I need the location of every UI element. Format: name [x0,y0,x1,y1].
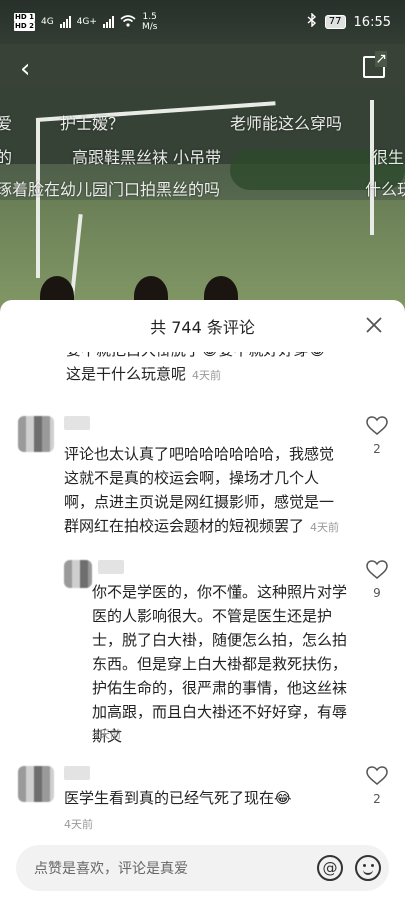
comment-input[interactable]: 点赞是喜欢，评论是真爱 @ [16,845,389,891]
danmu-text: 什么玩 [365,180,405,199]
battery-icon: 77 [324,15,346,29]
comment-text: 评论也太认真了吧哈哈哈哈哈哈，我感觉这就不是真的校运会啊，操场才几个人啊，点进主… [64,442,344,540]
speed-unit: M/s [141,22,158,32]
danmu-text: 的 [0,148,13,167]
emoji-icon[interactable] [355,855,381,881]
danmu-text: 高跟鞋黑丝袜 小吊带 [72,148,222,167]
network-type-1: 4G [40,16,54,27]
heart-icon [366,560,388,579]
comment-text: 要不就把白大褂脱了😂要不就好好穿😂 这是干什么玩意呢 4天前 [66,352,356,388]
mention-icon[interactable]: @ [317,855,343,881]
like-number: 2 [373,792,381,806]
comment-count-title: 共 744 条评论 [150,318,255,337]
back-arrow-icon[interactable]: ‹ [20,56,30,82]
comment-item: 医学生看到真的已经气死了现在😂 4天前 2 [0,762,405,832]
nickname-blurred[interactable] [64,416,90,430]
comment-text: 医学生看到真的已经气死了现在😂 [64,786,344,810]
danmu-text: 老师能这么穿吗 [230,114,343,133]
like-number: 9 [373,586,381,600]
comment-time: 4天前 [64,818,93,831]
danmu-text: 很生 [372,148,405,167]
comment-time: 4天前 [92,728,121,741]
avatar[interactable] [18,766,54,802]
like-number: 2 [373,442,381,456]
sim2-label: HD 2 [14,22,35,31]
reply-item: 你不是学医的，你不懂。这种照片对学医的人影响很大。不管是医生还是护士，脱了白大褂… [0,560,405,750]
nickname-blurred[interactable] [98,560,124,574]
nickname-blurred[interactable] [64,766,90,780]
bluetooth-icon [307,12,317,31]
comment-input-placeholder: 点赞是喜欢，评论是真爱 [34,861,188,877]
network-type-2: 4G+ [76,16,97,27]
like-button[interactable]: 2 [365,416,389,456]
sim1-label: HD 1 [14,13,35,22]
heart-icon [366,416,388,435]
danmu-text: 爱 [0,114,13,133]
signal-icon-2 [102,16,114,28]
sim-indicator: HD 1 HD 2 [14,13,35,31]
comment-text-body: 你不是学医的，你不懂。这种照片对学医的人影响很大。不管是医生还是护士，脱了白大褂… [92,583,348,745]
comment-text-line: 这是干什么玩意呢 [66,365,187,383]
like-button[interactable]: 2 [365,766,389,806]
share-icon[interactable] [363,51,387,78]
comment-panel-header: 共 744 条评论 [0,300,405,352]
video-background[interactable]: ‹ 爱 护士嫒？ 老师能这么穿吗 的 高跟鞋黑丝袜 小吊带 很生 琢着脸在幼儿园… [0,0,405,320]
comment-text: 你不是学医的，你不懂。这种照片对学医的人影响很大。不管是医生还是护士，脱了白大褂… [92,580,358,748]
comment-text-line: 这是干什么玩意呢 4天前 [66,362,356,388]
comment-list[interactable]: 要不就把白大褂脱了😂要不就好好穿😂 这是干什么玩意呢 4天前 2 评论也太认真了吧… [0,352,405,837]
heart-icon [366,766,388,785]
comment-item: 评论也太认真了吧哈哈哈哈哈哈，我感觉这就不是真的校运会啊，操场才几个人啊，点进主… [0,410,405,550]
comment-text-line: 要不就把白大褂脱了😂要不就好好穿😂 [66,352,356,362]
comment-item: 要不就把白大褂脱了😂要不就好好穿😂 这是干什么玩意呢4天前 2 [0,352,405,386]
signal-icon [59,16,71,28]
like-button[interactable]: 9 [365,560,389,600]
clock: 16:55 [353,14,391,30]
comment-time: 4天前 [310,521,340,534]
comment-panel: 共 744 条评论 要不就把白大褂脱了😂要不就好好穿😂 这是干什么玩意呢 4天前 … [0,300,405,900]
comment-text-body: 医学生看到真的已经气死了现在😂 [64,789,292,807]
avatar[interactable] [18,416,54,452]
status-bar: HD 1 HD 2 4G 4G+ 1.5 M/s 77 16:55 [0,0,405,44]
comment-text-body: 评论也太认真了吧哈哈哈哈哈哈，我感觉这就不是真的校运会啊，操场才几个人啊，点进主… [64,445,335,535]
comment-time: 4天前 [192,369,222,382]
avatar[interactable] [64,560,92,588]
wifi-icon [120,14,136,30]
network-speed: 1.5 M/s [142,12,158,32]
danmu-text: 护士嫒？ [60,114,125,133]
close-icon[interactable] [365,316,383,334]
danmu-text: 琢着脸在幼儿园门口拍黑丝的吗 [0,180,221,199]
speed-value: 1.5 [142,12,157,22]
